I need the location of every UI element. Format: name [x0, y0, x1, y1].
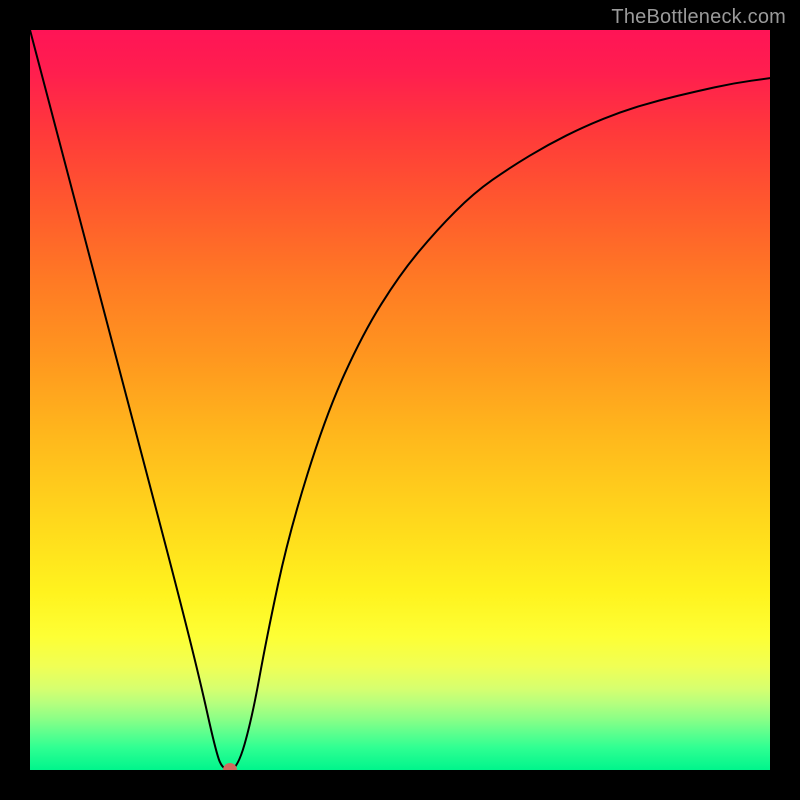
chart-frame: TheBottleneck.com [0, 0, 800, 800]
plot-area [30, 30, 770, 770]
bottleneck-marker [223, 763, 237, 770]
curve-svg [30, 30, 770, 770]
watermark-text: TheBottleneck.com [611, 6, 786, 29]
bottleneck-curve-path [30, 30, 770, 770]
